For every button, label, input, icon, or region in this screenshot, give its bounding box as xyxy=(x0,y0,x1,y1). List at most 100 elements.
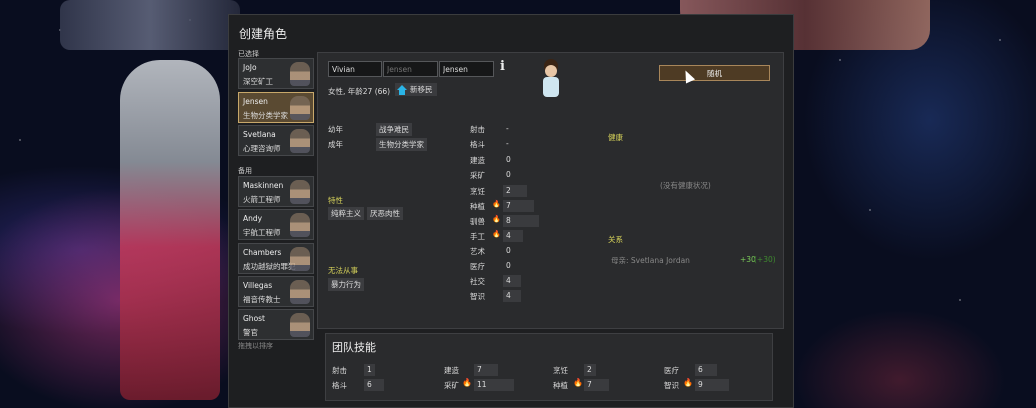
trait-tag[interactable]: 厌恶肉性 xyxy=(367,207,403,220)
pawn-portrait xyxy=(290,62,310,86)
drag-hint: 拖拽以排序 xyxy=(238,342,273,350)
backstory-adulthood-label: 成年 xyxy=(328,140,343,149)
trait-tag[interactable]: 纯粹主义 xyxy=(328,207,364,220)
house-icon xyxy=(397,84,407,95)
skill-label: 艺术 xyxy=(470,247,485,256)
pawn-portrait xyxy=(290,213,310,237)
skill-value: 4 xyxy=(503,290,521,302)
faction-name: 新移民 xyxy=(410,85,433,94)
pawn-name: Jensen xyxy=(243,97,268,106)
pawn-name: JoJo xyxy=(243,63,257,72)
skill-label: 采矿 xyxy=(470,171,485,180)
skill-value: 7 xyxy=(503,200,534,212)
pawn-job: 心理咨询师 xyxy=(243,144,281,153)
pawn-card-chambers[interactable]: Chambers 成功越狱的罪犯 xyxy=(238,243,314,274)
skill-label: 社交 xyxy=(470,277,485,286)
pawn-job: 火箭工程师 xyxy=(243,195,281,204)
team-skill-value: 9 xyxy=(695,379,729,391)
team-skill-value: 7 xyxy=(584,379,609,391)
pawn-portrait xyxy=(290,247,310,271)
team-skill-value: 2 xyxy=(584,364,596,376)
randomize-button[interactable]: 随机 xyxy=(659,65,770,81)
health-title: 健康 xyxy=(608,133,623,142)
pawn-name: Maskinnen xyxy=(243,181,284,190)
create-character-window: 创建角色 已选择 JoJo 深空矿工 Jensen 生物分类学家 Svetlan… xyxy=(228,14,794,408)
incapable-title: 无法从事 xyxy=(328,266,358,275)
skill-value: - xyxy=(506,139,509,148)
team-skill-label: 医疗 xyxy=(664,366,679,375)
passion-flame-icon: 🔥 xyxy=(683,378,693,387)
skill-label: 种植 xyxy=(470,202,485,211)
pawn-card-ghost[interactable]: Ghost 警官 xyxy=(238,309,314,340)
team-skill-label: 采矿 xyxy=(444,381,459,390)
team-skill-value: 1 xyxy=(364,364,375,376)
info-icon[interactable]: i xyxy=(500,59,505,74)
pawn-name: Svetlana xyxy=(243,130,276,139)
passion-flame-icon: 🔥 xyxy=(462,378,472,387)
passion-flame-icon: 🔥 xyxy=(492,215,501,223)
pawn-portrait xyxy=(290,180,310,204)
skill-label: 驯兽 xyxy=(470,217,485,226)
pawn-name: Chambers xyxy=(243,248,282,257)
skill-label: 射击 xyxy=(470,125,485,134)
pawn-card-villegas[interactable]: Villegas 福音传教士 xyxy=(238,276,314,307)
last-name-input[interactable] xyxy=(439,61,494,77)
pawn-portrait xyxy=(290,96,310,120)
passion-flame-icon: 🔥 xyxy=(573,378,583,387)
pawn-job: 生物分类学家 xyxy=(243,111,288,120)
relation-opinion-paren: (+30) xyxy=(754,255,776,264)
passion-flame-icon: 🔥 xyxy=(492,230,501,238)
backstory-childhood-value[interactable]: 战争难民 xyxy=(376,123,412,136)
skill-value: 0 xyxy=(506,261,511,270)
pawn-portrait xyxy=(290,129,310,153)
faction-badge[interactable]: 新移民 xyxy=(395,83,437,96)
team-skill-value: 7 xyxy=(474,364,498,376)
skill-label: 格斗 xyxy=(470,140,485,149)
team-skill-value: 11 xyxy=(474,379,514,391)
pawn-portrait xyxy=(290,280,310,304)
team-skill-label: 格斗 xyxy=(332,381,347,390)
team-skill-label: 智识 xyxy=(664,381,679,390)
pawn-card-svetlana[interactable]: Svetlana 心理咨询师 xyxy=(238,125,314,156)
backstory-childhood-label: 幼年 xyxy=(328,125,343,134)
pawn-job: 成功越狱的罪犯 xyxy=(243,262,296,271)
skill-label: 烹饪 xyxy=(470,187,485,196)
skill-label: 智识 xyxy=(470,292,485,301)
team-skill-label: 建造 xyxy=(444,366,459,375)
backstory-adulthood-value[interactable]: 生物分类学家 xyxy=(376,138,427,151)
skill-value: - xyxy=(506,124,509,133)
team-skill-label: 射击 xyxy=(332,366,347,375)
team-skill-value: 6 xyxy=(695,364,717,376)
pawn-job: 宇航工程师 xyxy=(243,228,281,237)
skill-value: 2 xyxy=(503,185,527,197)
pawn-card-andy[interactable]: Andy 宇航工程师 xyxy=(238,209,314,240)
skill-value: 8 xyxy=(503,215,539,227)
pawn-job: 福音传教士 xyxy=(243,295,281,304)
passion-flame-icon: 🔥 xyxy=(492,200,501,208)
relations-title: 关系 xyxy=(608,235,623,244)
pawn-detail-panel: i 随机 女性, 年龄27 (66) 新移民 幼年 战争难民 成年 生物分类学家… xyxy=(317,52,784,329)
skill-label: 建造 xyxy=(470,156,485,165)
pawn-name: Andy xyxy=(243,214,263,223)
nick-name-input[interactable] xyxy=(383,61,438,77)
skill-label: 医疗 xyxy=(470,262,485,271)
first-name-input[interactable] xyxy=(328,61,382,77)
skill-value: 4 xyxy=(503,275,521,287)
skill-value: 4 xyxy=(503,230,523,242)
traits-title: 特性 xyxy=(328,196,343,205)
gender-age: 女性, 年龄27 (66) xyxy=(328,87,391,96)
team-skills-title: 团队技能 xyxy=(332,341,376,354)
skill-label: 手工 xyxy=(470,232,485,241)
pawn-job: 深空矿工 xyxy=(243,77,273,86)
relation-entry[interactable]: 母亲: Svetlana Jordan xyxy=(611,255,690,266)
team-skill-label: 烹饪 xyxy=(553,366,568,375)
pawn-card-jensen[interactable]: Jensen 生物分类学家 xyxy=(238,92,314,123)
health-empty-text: (没有健康状况) xyxy=(660,181,711,190)
pawn-portrait-large xyxy=(540,59,562,103)
pawn-card-maskinnen[interactable]: Maskinnen 火箭工程师 xyxy=(238,176,314,207)
incapable-tag[interactable]: 暴力行为 xyxy=(328,278,364,291)
pawn-card-jojo[interactable]: JoJo 深空矿工 xyxy=(238,58,314,89)
team-skill-label: 种植 xyxy=(553,381,568,390)
window-title: 创建角色 xyxy=(239,27,288,41)
team-skill-value: 6 xyxy=(364,379,384,391)
